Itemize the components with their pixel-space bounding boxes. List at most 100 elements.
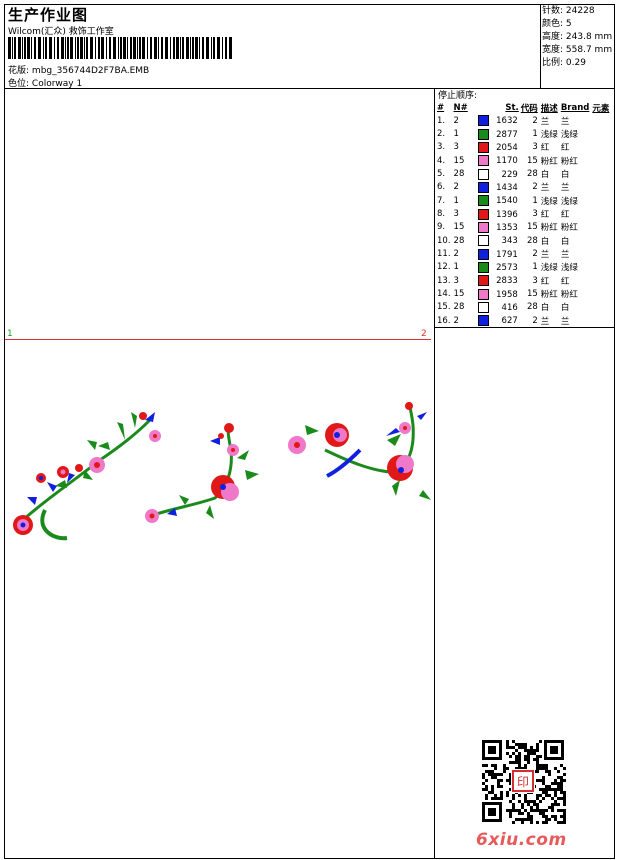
row-brand: 浅绿 [560, 263, 578, 274]
row-code: 3 [532, 275, 538, 286]
header-divider [4, 88, 615, 89]
row-needle: 2 [453, 115, 459, 126]
color-swatch [477, 195, 489, 207]
design-stats: 针数: 24228 颜色: 5 高度: 243.8 mm 宽度: 558.7 m… [542, 5, 612, 70]
row-stitches: 2833 [477, 274, 521, 287]
floral-vine-middle [145, 423, 259, 523]
studio-subtitle: Wilcom(汇众) 救饰工作室 [8, 27, 114, 37]
row-index: 9. [437, 222, 446, 233]
table-row: 8. 3 1396 3 红红 [437, 207, 612, 220]
table-row: 13. 3 2833 3 红红 [437, 274, 612, 287]
row-element [592, 247, 612, 260]
row-element [592, 114, 612, 127]
row-brand: 兰 [560, 250, 570, 261]
color-swatch [477, 301, 489, 313]
row-needle: 3 [453, 275, 459, 286]
row-index: 12. [437, 262, 451, 273]
table-row: 12. 1 2573 1 浅绿 浅绿 [437, 261, 612, 274]
row-code: 15 [526, 155, 538, 166]
row-brand: 粉红 [560, 156, 578, 167]
table-row: 14. 15 1958 15 粉红 粉红 [437, 287, 612, 300]
row-element [592, 287, 612, 300]
row-brand: 兰 [560, 116, 570, 127]
row-index: 8. [437, 209, 446, 220]
embroidery-design-preview [13, 401, 431, 541]
row-code: 2 [532, 315, 538, 326]
row-stitches: 1791 [477, 247, 521, 260]
row-description: 兰 [540, 116, 550, 127]
row-needle: 28 [453, 169, 465, 180]
design-value: mbg_356744D2F7BA.EMB [31, 66, 150, 76]
color-swatch [477, 155, 489, 167]
table-header-row: # N# St. 代码 描述 Brand 元素 [437, 101, 612, 114]
table-row: 6. 2 1434 2 兰兰 [437, 181, 612, 194]
panel-divider [434, 88, 435, 859]
color-swatch [477, 248, 489, 260]
row-description: 兰 [540, 316, 550, 327]
row-brand: 白 [560, 236, 570, 247]
color-swatch [477, 168, 489, 180]
table-row: 9. 15 1353 15 粉红 粉红 [437, 221, 612, 234]
col-stitches: St. [505, 102, 519, 113]
watermark-text: 6xiu.com [476, 830, 567, 850]
color-swatch [477, 235, 489, 247]
stat-stitches: 针数: 24228 [542, 6, 595, 16]
row-code: 2 [532, 249, 538, 260]
table-row: 5. 28 229 28 白白 [437, 167, 612, 180]
row-description: 浅绿 [540, 196, 558, 207]
stop-sequence-title: 停止顺序: [438, 91, 478, 101]
row-stitches: 1170 [477, 154, 521, 167]
row-brand: 浅绿 [560, 130, 578, 141]
page-title: 生产作业图 [8, 6, 89, 24]
row-stitches: 229 [477, 167, 521, 180]
row-description: 白 [540, 236, 550, 247]
row-code: 28 [526, 235, 538, 246]
color-swatch [477, 288, 489, 300]
floral-vine-left [13, 412, 161, 541]
table-row: 3. 3 2054 3 红红 [437, 141, 612, 154]
row-needle: 15 [453, 222, 465, 233]
color-swatch [477, 221, 489, 233]
qr-code-image: 印 [480, 738, 566, 824]
row-element [592, 301, 612, 314]
row-code: 1 [532, 129, 538, 140]
row-stitches: 627 [477, 314, 521, 327]
stat-width: 宽度: 558.7 mm [542, 45, 613, 55]
row-element [592, 234, 612, 247]
row-description: 白 [540, 170, 550, 181]
col-element: 元素 [592, 103, 610, 114]
col-description: 描述 [540, 103, 558, 114]
hoop-marker-left: 1 [7, 329, 13, 339]
row-stitches: 2054 [477, 141, 521, 154]
row-stitches: 1353 [477, 221, 521, 234]
table-row: 2. 1 2877 1 浅绿 浅绿 [437, 127, 612, 140]
row-stitches: 2573 [477, 261, 521, 274]
row-code: 28 [526, 302, 538, 313]
row-code: 28 [526, 169, 538, 180]
color-swatch [477, 128, 489, 140]
row-brand: 粉红 [560, 223, 578, 234]
row-brand: 红 [560, 143, 570, 154]
row-index: 16. [437, 315, 451, 326]
col-code: 代码 [520, 103, 538, 114]
row-needle: 28 [453, 302, 465, 313]
color-swatch [477, 261, 489, 273]
row-code: 1 [532, 262, 538, 273]
row-stitches: 1958 [477, 287, 521, 300]
row-needle: 2 [453, 182, 459, 193]
row-brand: 红 [560, 276, 570, 287]
row-description: 兰 [540, 250, 550, 261]
color-swatch [477, 275, 489, 287]
stat-colors: 颜色: 5 [542, 19, 572, 29]
row-stitches: 1396 [477, 207, 521, 220]
row-description: 粉红 [540, 223, 558, 234]
row-element [592, 207, 612, 220]
row-needle: 2 [453, 249, 459, 260]
row-needle: 15 [453, 155, 465, 166]
row-index: 14. [437, 289, 451, 300]
design-name-line: 花版: mbg_356744D2F7BA.EMB [8, 63, 149, 76]
colorway-line: 色位: Colorway 1 [8, 76, 82, 89]
row-index: 11. [437, 249, 451, 260]
row-description: 粉红 [540, 290, 558, 301]
row-brand: 兰 [560, 183, 570, 194]
